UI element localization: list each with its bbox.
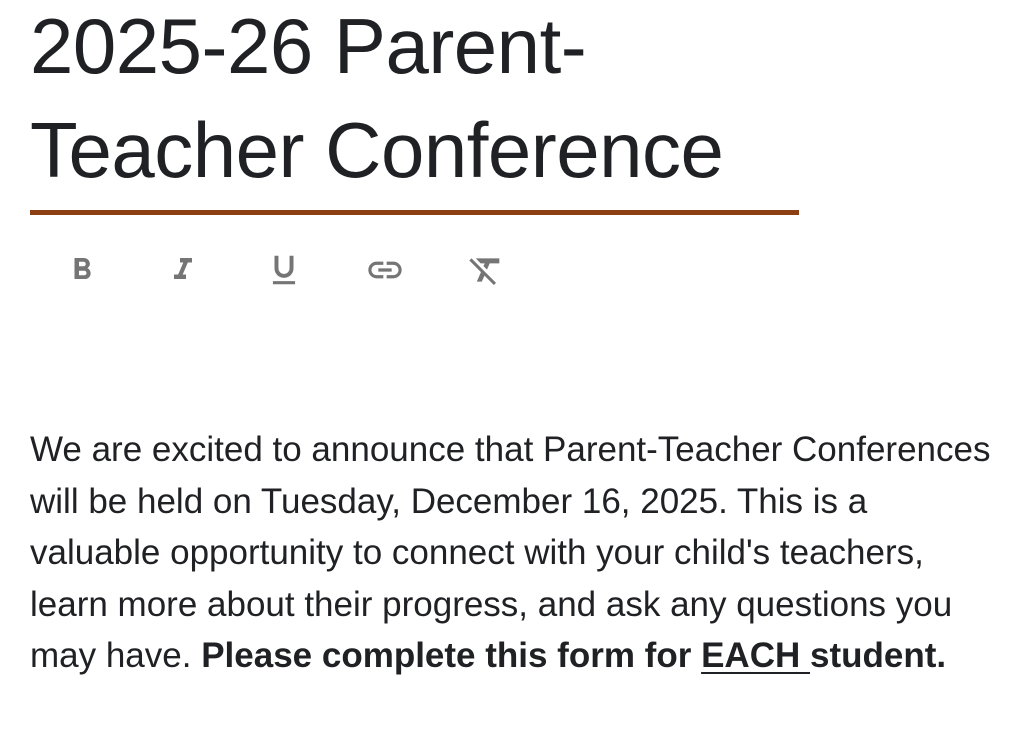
clear-formatting-button[interactable] [456,240,516,300]
underline-button[interactable] [254,240,314,300]
italic-icon [174,258,192,279]
bold-icon [74,258,91,279]
form-description[interactable]: We are excited to announce that Parent-T… [30,424,1005,682]
title-focus-underline [30,210,799,215]
description-bold-lead: Please complete this form for [201,636,702,675]
italic-button[interactable] [153,240,213,300]
description-bold-tail: student. [809,636,947,675]
underline-icon [272,255,296,285]
link-button[interactable] [355,240,415,300]
link-icon [368,261,402,279]
description-bold-underlined: EACH [701,636,810,675]
text-format-toolbar [52,240,557,300]
bold-button[interactable] [52,240,112,300]
clear-formatting-icon [469,258,500,285]
form-title[interactable]: 2025-26 Parent-Teacher Conference [30,0,799,202]
form-title-field[interactable]: 2025-26 Parent-Teacher Conference [30,0,799,215]
